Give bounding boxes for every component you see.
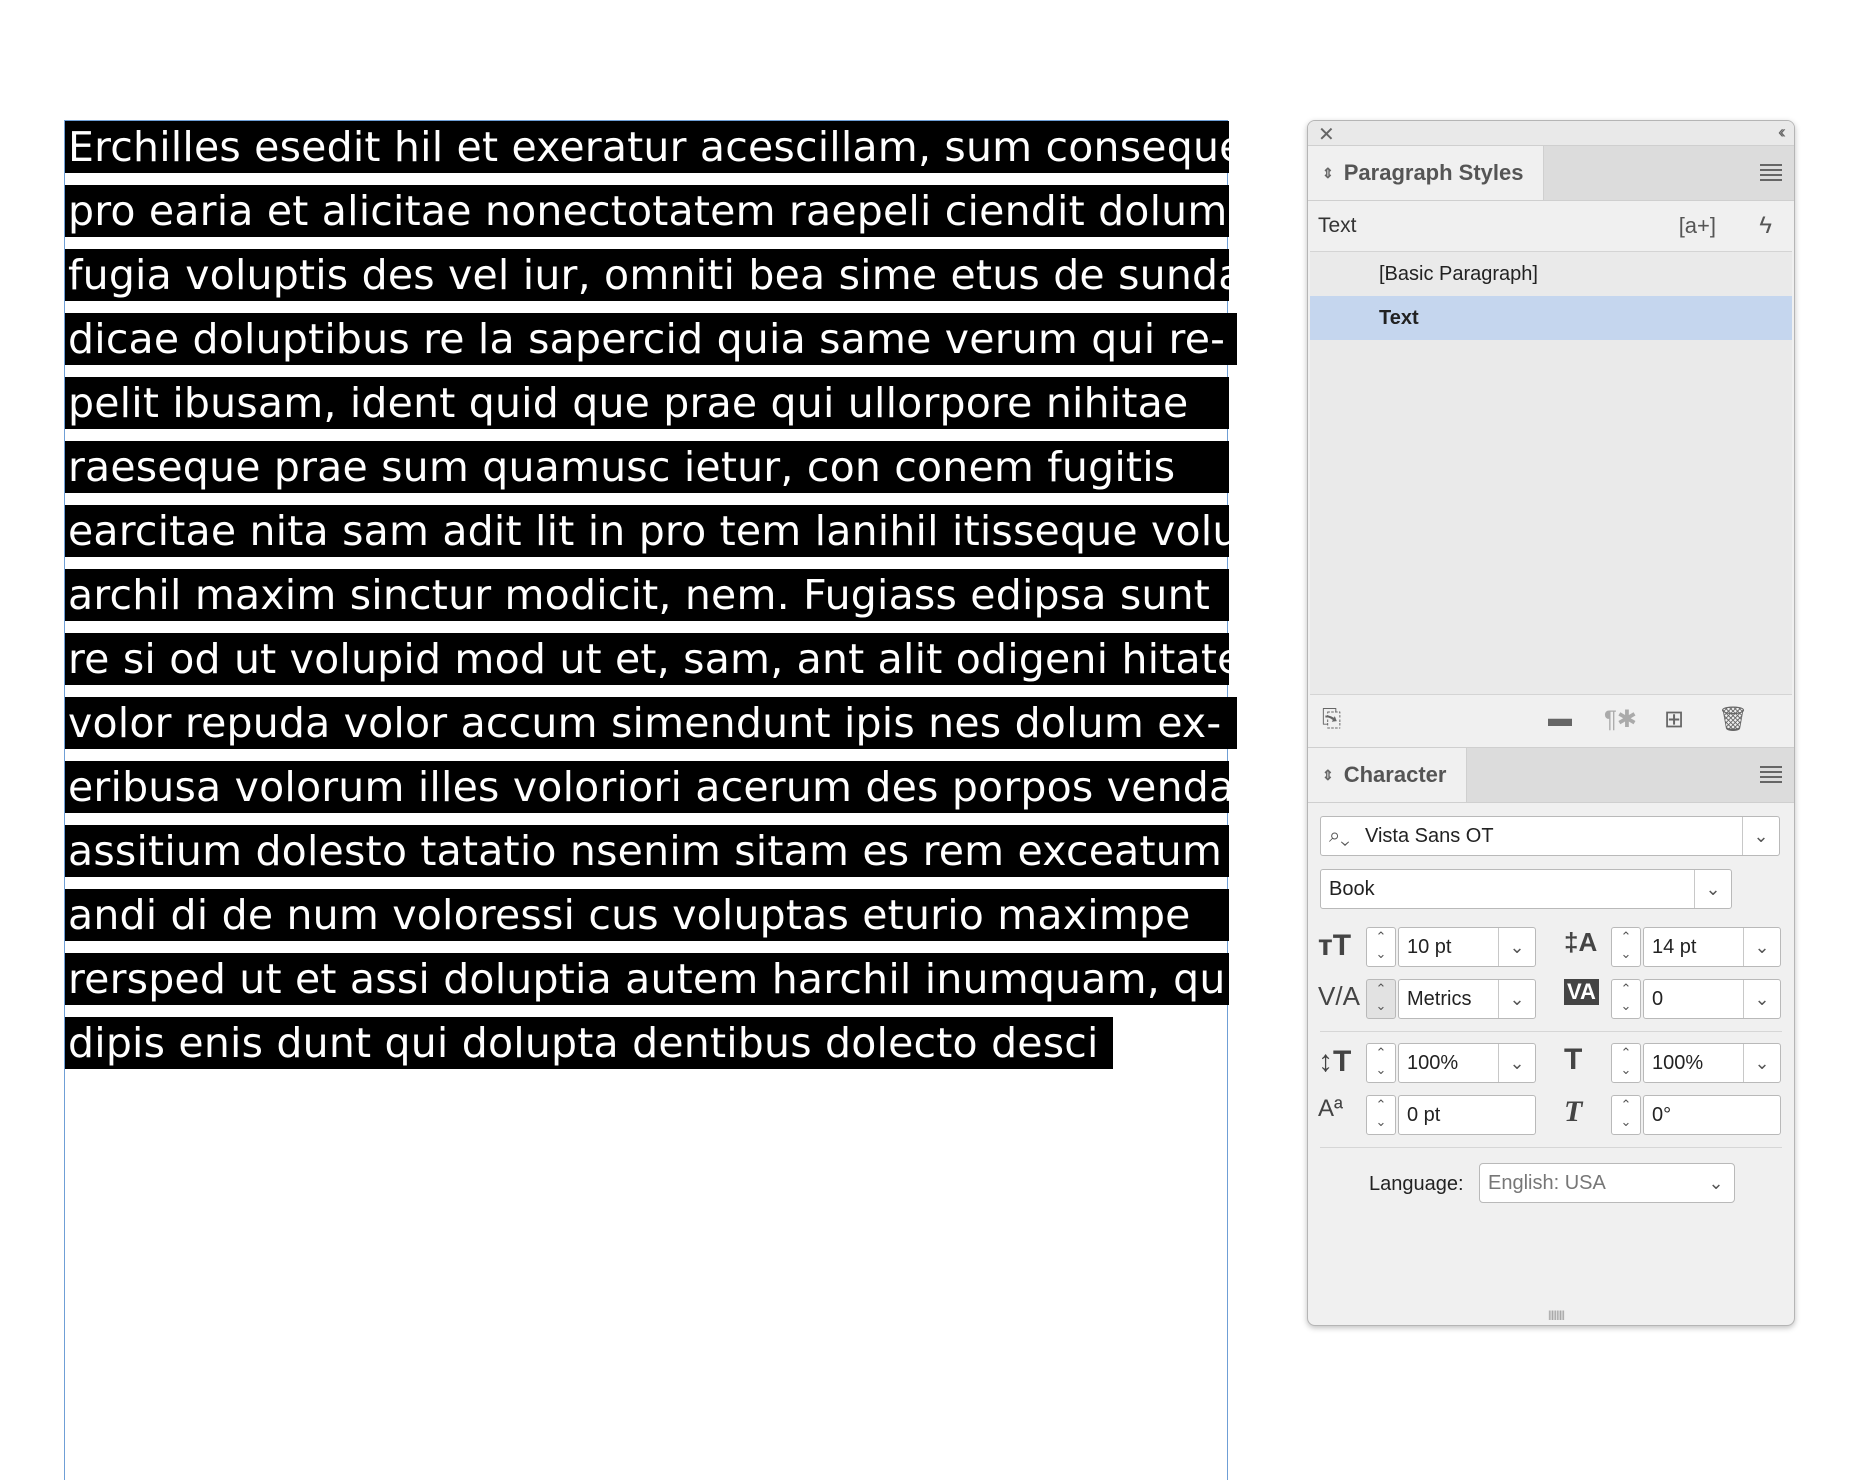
paragraph-styles-tabbar: ⇕ Paragraph Styles xyxy=(1308,146,1794,201)
text-line: re si od ut volupid mod ut et, sam, ant … xyxy=(65,633,1229,685)
tracking-stepper[interactable]: ⌃ ⌄ xyxy=(1611,979,1641,1019)
leading-stepper[interactable]: ⌃ ⌄ xyxy=(1611,927,1641,967)
divider xyxy=(1320,1031,1782,1032)
skew-field[interactable]: 0° xyxy=(1643,1095,1781,1135)
style-item-basic-paragraph[interactable]: [Basic Paragraph] xyxy=(1310,252,1792,296)
text-line: rersped ut et assi doluptia autem harchi… xyxy=(65,953,1229,1005)
leading-value: 14 pt xyxy=(1652,936,1697,958)
character-tabbar: ⇕ Character xyxy=(1308,747,1794,803)
text-line: dipis enis dunt qui dolupta dentibus dol… xyxy=(65,1017,1113,1069)
load-styles-icon[interactable]: ⎘ xyxy=(1322,705,1341,733)
panel-menu-icon[interactable] xyxy=(1760,164,1782,184)
style-item-text[interactable]: Text xyxy=(1310,296,1792,340)
expand-chevron-icon[interactable]: ⇕ xyxy=(1322,767,1334,783)
expand-chevron-icon[interactable]: ⇕ xyxy=(1322,165,1334,181)
language-value: English: USA xyxy=(1488,1172,1606,1194)
chevron-down-icon[interactable]: ⌄ xyxy=(1498,980,1535,1018)
divider xyxy=(1320,1147,1782,1148)
language-label: Language: xyxy=(1369,1173,1464,1195)
horizontal-scale-field[interactable]: 100% ⌄ xyxy=(1643,1043,1781,1083)
font-style-value: Book xyxy=(1329,878,1375,900)
panel-menu-icon[interactable] xyxy=(1760,766,1782,786)
horizontal-scale-value: 100% xyxy=(1652,1052,1704,1074)
resize-grip-icon[interactable]: |||||||||| xyxy=(1548,1310,1565,1321)
text-line: pelit ibusam, ident quid que prae qui ul… xyxy=(65,377,1229,429)
character-controls: ⌕⌄ Vista Sans OT ⌄ Book ⌄ ᴛT ⌃ ⌄ 10 pt ⌄ … xyxy=(1308,803,1794,1263)
panel-titlebar[interactable]: ✕ ‹‹ xyxy=(1308,121,1794,146)
vertical-scale-field[interactable]: 100% ⌄ xyxy=(1398,1043,1536,1083)
text-line: assitium dolesto tatatio nsenim sitam es… xyxy=(65,825,1229,877)
font-size-value: 10 pt xyxy=(1407,936,1452,958)
tab-label: Character xyxy=(1343,762,1447,787)
language-select[interactable]: English: USA ⌄ xyxy=(1479,1163,1735,1203)
text-line: archil maxim sinctur modicit, nem. Fugia… xyxy=(65,569,1229,621)
styles-list: [Basic Paragraph] Text xyxy=(1310,251,1792,695)
styles-panel: ✕ ‹‹ ⇕ Paragraph Styles Text [a+] ϟ [Basi… xyxy=(1307,120,1795,1326)
chevron-down-icon[interactable]: ⌄ xyxy=(1694,870,1731,908)
styles-footer: ⎘ ▬ ¶✱ ⊞ 🗑 xyxy=(1308,695,1794,743)
font-style-field[interactable]: Book ⌄ xyxy=(1320,869,1732,909)
skew-stepper[interactable]: ⌃ ⌄ xyxy=(1611,1095,1641,1135)
text-line: volor repuda volor accum simendunt ipis … xyxy=(65,697,1237,749)
clear-overrides-icon: ¶✱ xyxy=(1604,706,1637,733)
text-line: fugia voluptis des vel iur, omniti bea s… xyxy=(65,249,1229,301)
horizontal-scale-icon: T xyxy=(1564,1043,1583,1076)
text-line: pro earia et alicitae nonectotatem raepe… xyxy=(65,185,1229,237)
chevron-down-icon[interactable]: ⌄ xyxy=(1743,980,1780,1018)
current-style-row: Text [a+] ϟ xyxy=(1308,201,1794,251)
chevron-down-icon[interactable]: ⌄ xyxy=(1742,817,1779,855)
quick-apply-icon[interactable]: ϟ xyxy=(1759,201,1772,251)
font-size-stepper[interactable]: ⌃ ⌄ xyxy=(1366,927,1396,967)
tracking-value: 0 xyxy=(1652,988,1664,1010)
text-line: andi di de num voloressi cus voluptas et… xyxy=(65,889,1229,941)
text-line: Erchilles esedit hil et exeratur acescil… xyxy=(65,121,1229,173)
leading-field[interactable]: 14 pt ⌄ xyxy=(1643,927,1781,967)
tab-paragraph-styles[interactable]: ⇕ Paragraph Styles xyxy=(1308,146,1545,200)
font-family-value: Vista Sans OT xyxy=(1365,825,1494,847)
tracking-icon: VA xyxy=(1564,979,1599,1005)
collapse-panel-icon[interactable]: ‹‹ xyxy=(1778,122,1786,143)
baseline-shift-icon: Aª xyxy=(1318,1095,1343,1122)
baseline-shift-field[interactable]: 0 pt xyxy=(1398,1095,1536,1135)
vertical-scale-stepper[interactable]: ⌃ ⌄ xyxy=(1366,1043,1396,1083)
text-line: earcitae nita sam adit lit in pro tem la… xyxy=(65,505,1229,557)
current-style-label: Text xyxy=(1318,214,1357,237)
close-icon[interactable]: ✕ xyxy=(1318,122,1335,147)
kerning-stepper: ⌃ ⌄ xyxy=(1366,979,1396,1019)
font-family-field[interactable]: ⌕⌄ Vista Sans OT ⌄ xyxy=(1320,816,1780,856)
tracking-field[interactable]: 0 ⌄ xyxy=(1643,979,1781,1019)
text-line: dicae doluptibus re la sapercid quia sam… xyxy=(65,313,1237,365)
delete-trash-icon[interactable]: 🗑 xyxy=(1718,705,1748,734)
text-frame[interactable]: Erchilles esedit hil et exeratur acescil… xyxy=(64,120,1237,1480)
horizontal-scale-stepper[interactable]: ⌃ ⌄ xyxy=(1611,1043,1641,1083)
vertical-scale-icon: ↕T xyxy=(1318,1045,1352,1078)
font-size-icon: ᴛT xyxy=(1318,929,1352,962)
new-style-icon[interactable]: ⊞ xyxy=(1664,705,1684,734)
chevron-down-icon[interactable]: ⌄ xyxy=(1743,928,1780,966)
font-size-field[interactable]: 10 pt ⌄ xyxy=(1398,927,1536,967)
create-style-icon[interactable]: [a+] xyxy=(1679,201,1716,251)
baseline-shift-stepper[interactable]: ⌃ ⌄ xyxy=(1366,1095,1396,1135)
search-icon: ⌕⌄ xyxy=(1329,825,1350,847)
skew-icon: T xyxy=(1564,1095,1583,1128)
chevron-down-icon[interactable]: ⌄ xyxy=(1743,1044,1780,1082)
text-line: eribusa volorum illes voloriori acerum d… xyxy=(65,761,1229,813)
chevron-down-icon[interactable]: ⌄ xyxy=(1698,1164,1734,1202)
tab-character[interactable]: ⇕ Character xyxy=(1308,748,1468,802)
kerning-icon: V/A xyxy=(1318,981,1360,1011)
leading-icon: ‡A xyxy=(1564,927,1598,957)
chevron-down-icon[interactable]: ⌄ xyxy=(1498,928,1535,966)
tab-label: Paragraph Styles xyxy=(1343,160,1524,185)
chevron-down-icon[interactable]: ⌄ xyxy=(1498,1044,1535,1082)
baseline-shift-value: 0 pt xyxy=(1407,1104,1441,1126)
kerning-field[interactable]: Metrics ⌄ xyxy=(1398,979,1536,1019)
skew-value: 0° xyxy=(1652,1104,1672,1126)
kerning-value: Metrics xyxy=(1407,988,1472,1010)
vertical-scale-value: 100% xyxy=(1407,1052,1459,1074)
new-group-folder-icon[interactable]: ▬ xyxy=(1548,705,1572,733)
text-line: raeseque prae sum quamusc ietur, con con… xyxy=(65,441,1229,493)
